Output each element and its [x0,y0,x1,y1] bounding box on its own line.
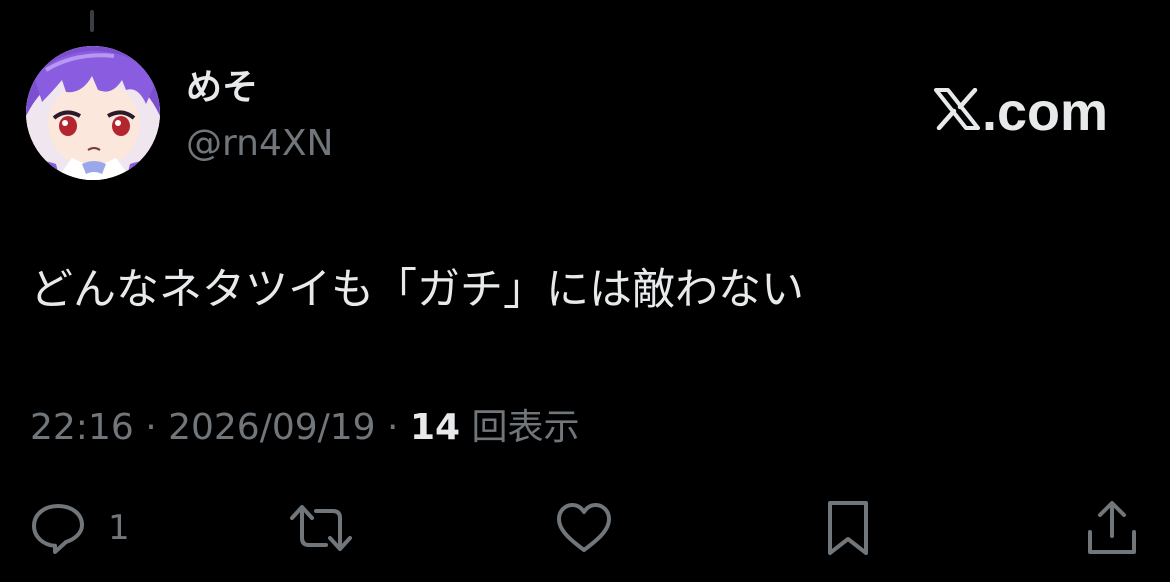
avatar[interactable] [26,46,160,180]
reply-button[interactable]: 1 [30,496,130,560]
tweet-action-bar: 1 [0,496,1170,560]
brand-domain-suffix: .com [981,82,1108,142]
meta-separator: · [133,407,169,448]
share-icon [1084,498,1140,558]
bookmark-button[interactable] [822,496,874,560]
tweet-text: どんなネタツイも「ガチ」には敵わない [30,265,804,315]
meta-separator: · [375,407,410,448]
tweet-time[interactable]: 22:16 [30,407,134,448]
reply-count: 1 [108,508,130,548]
author-display-name[interactable]: めそ [186,66,258,110]
like-icon [554,500,614,556]
tweet-date[interactable]: 2026/09/19 [168,407,376,448]
share-button[interactable] [1084,496,1140,560]
views-label: 回表示 [460,407,580,448]
views-count: 14 [409,407,461,448]
avatar-image [26,46,160,180]
like-button[interactable] [554,496,614,560]
tweet-meta: 22:16 · 2026/09/19 · 14 回表示 [30,402,580,454]
reply-icon [30,500,86,556]
x-com-brand[interactable]: .com [933,82,1108,142]
thread-connector-line [90,10,94,32]
repost-button[interactable] [288,496,354,560]
x-logo-icon [933,82,980,142]
bookmark-icon [822,499,874,557]
author-handle[interactable]: @rn4XN [186,120,333,168]
repost-icon [288,500,354,556]
